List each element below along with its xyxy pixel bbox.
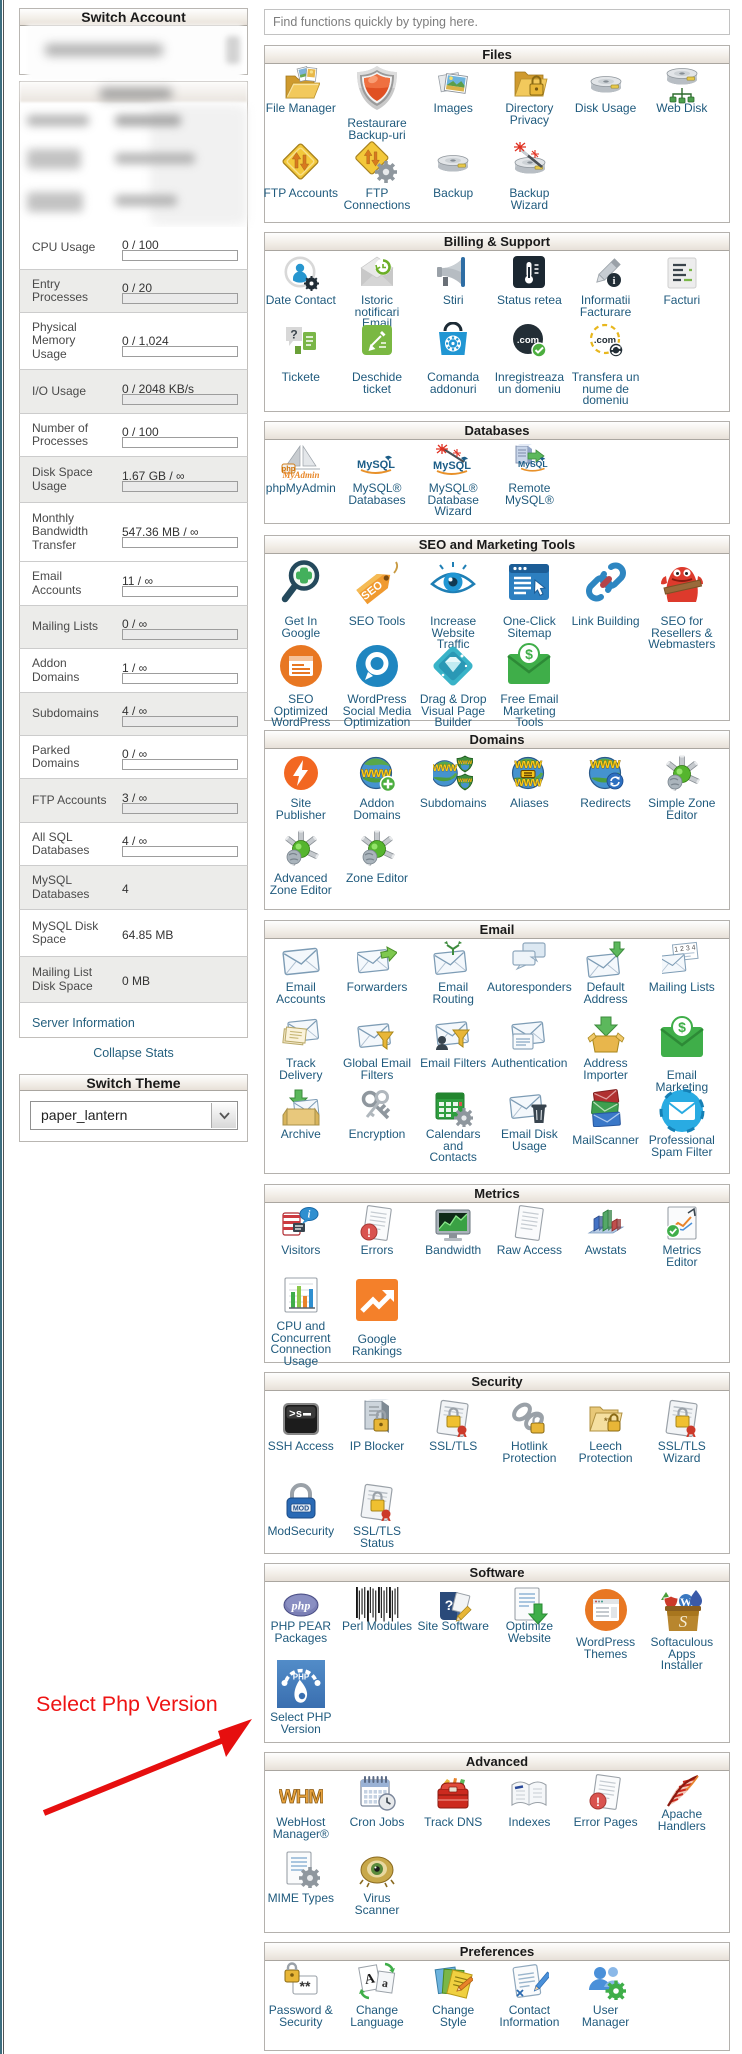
svg-text:www: www: [457, 778, 472, 784]
svg-text:S: S: [679, 1612, 688, 1631]
svg-text:?: ?: [290, 328, 297, 342]
svg-text:PHP: PHP: [293, 1673, 310, 1682]
svg-text:$: $: [678, 1019, 686, 1035]
svg-text:WWW: WWW: [515, 778, 543, 789]
svg-text:i: i: [612, 276, 615, 287]
svg-text:!: !: [596, 1795, 600, 1809]
svg-text:$: $: [525, 646, 533, 662]
svg-text:MOD: MOD: [293, 1506, 309, 1513]
svg-text:MyAdmin: MyAdmin: [281, 470, 319, 480]
svg-text:WWW: WWW: [590, 759, 621, 771]
svg-text:WHM: WHM: [279, 1787, 323, 1808]
svg-text:php: php: [290, 1599, 310, 1613]
svg-text:i: i: [307, 1210, 310, 1221]
svg-text:?: ?: [445, 1597, 454, 1613]
svg-text:!: !: [367, 1226, 371, 1240]
svg-text:MySQL: MySQL: [518, 459, 548, 469]
svg-text:www: www: [457, 760, 472, 766]
svg-text:MySQL: MySQL: [357, 459, 395, 471]
svg-text:MySQL: MySQL: [433, 460, 471, 472]
svg-text:**: **: [299, 1978, 310, 1994]
svg-text:WWW: WWW: [433, 763, 458, 773]
svg-text:WWW: WWW: [515, 760, 543, 771]
svg-text:>s: >s: [289, 1409, 302, 1421]
